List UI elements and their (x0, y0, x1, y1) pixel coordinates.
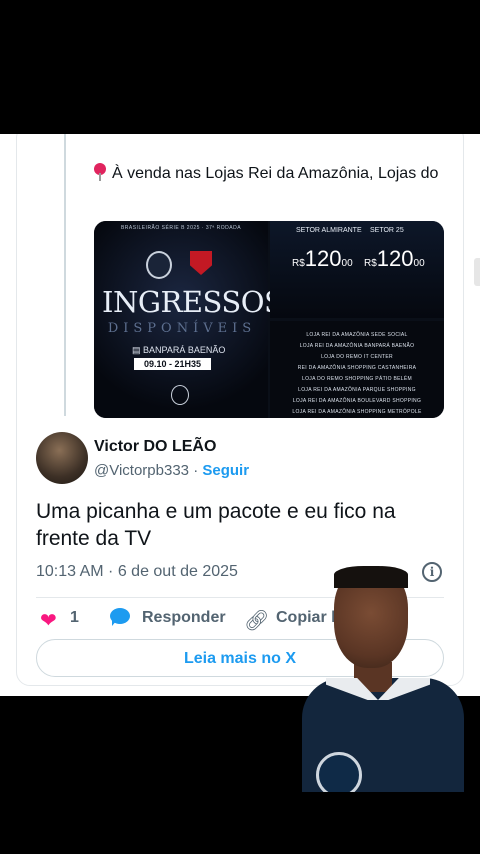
quoted-text-body: À venda nas Lojas Rei da Amazônia, Lojas… (112, 165, 439, 182)
presenter-hair (334, 566, 408, 588)
remo-crest-icon (146, 251, 172, 279)
reply-bubble-icon[interactable] (110, 608, 130, 626)
store-item: LOJA REI DA AMAZÔNIA BANPARÁ BAENÃO (299, 343, 415, 349)
store-item: LOJA REI DA AMAZÔNIA BOULEVARD SHOPPING (292, 398, 422, 404)
sector-name: SETOR 25 (370, 227, 404, 234)
author-handle-row: @Victorpb333 · Seguir (94, 462, 249, 479)
poster-date-time: 09.10 - 21H35 (134, 358, 212, 370)
store-item: LOJA DO REMO IT CENTER (321, 354, 393, 360)
presenter-video-overlay (302, 566, 464, 792)
sector-name: SETOR ALMIRANTE (296, 227, 362, 234)
scroll-edge-handle[interactable] (474, 258, 480, 286)
club-badge-icon (316, 752, 362, 792)
poster-title: INGRESSOS (102, 285, 284, 319)
post-timestamp[interactable]: 10:13 AM · 6 de out de 2025 (36, 563, 238, 581)
post-text: Uma picanha e um pacote e eu fico na fre… (36, 500, 396, 550)
league-logo-icon (171, 385, 189, 405)
separator-dot: · (193, 462, 199, 479)
heart-icon[interactable]: ❤ (40, 608, 57, 633)
link-icon[interactable]: 🔗︎ (244, 608, 269, 633)
store-item: REI DA AMAZÔNIA SHOPPING CASTANHEIRA (297, 365, 417, 371)
sector-price: R$12000 (364, 246, 425, 271)
round-pushpin-icon (94, 163, 106, 181)
like-count[interactable]: 1 (70, 609, 79, 627)
author-name[interactable]: Victor DO LEÃO (94, 438, 216, 456)
thread-line (64, 134, 66, 416)
price-panel: SETOR ALMIRANTE SETOR 25 R$12000 R$12000 (270, 221, 444, 318)
store-item: LOJA REI DA AMAZÔNIA SEDE SOCIAL (306, 332, 408, 338)
poster-venue: ▤ BANPARÁ BAENÃO (132, 345, 226, 355)
poster-subtitle: DISPONÍVEIS (107, 321, 257, 336)
follow-button[interactable]: Seguir (202, 462, 249, 479)
prices-poster: SETOR ALMIRANTE SETOR 25 R$12000 R$12000… (270, 221, 444, 418)
author-handle[interactable]: @Victorpb333 (94, 462, 189, 479)
store-item: LOJA REI DA AMAZÔNIA SHOPPING METRÓPOLE (292, 409, 422, 415)
poster-header: BRASILEIRÃO SÉRIE B 2025 · 37ª RODADA (120, 225, 242, 231)
quoted-post-text: À venda nas Lojas Rei da Amazônia, Lojas… (94, 162, 439, 185)
post-media-image[interactable]: BRASILEIRÃO SÉRIE B 2025 · 37ª RODADA IN… (94, 221, 444, 418)
store-list-panel: LOJA REI DA AMAZÔNIA SEDE SOCIAL LOJA RE… (270, 321, 444, 418)
reply-button[interactable]: Responder (142, 609, 226, 627)
ingressos-poster: BRASILEIRÃO SÉRIE B 2025 · 37ª RODADA IN… (94, 221, 284, 418)
store-item: LOJA DO REMO SHOPPING PÁTIO BELÉM (302, 376, 412, 382)
avatar[interactable] (36, 432, 88, 484)
store-item: LOJA REI DA AMAZÔNIA PARQUE SHOPPING (298, 387, 416, 393)
sector-price: R$12000 (292, 246, 353, 271)
opponent-crest-icon (190, 251, 212, 275)
